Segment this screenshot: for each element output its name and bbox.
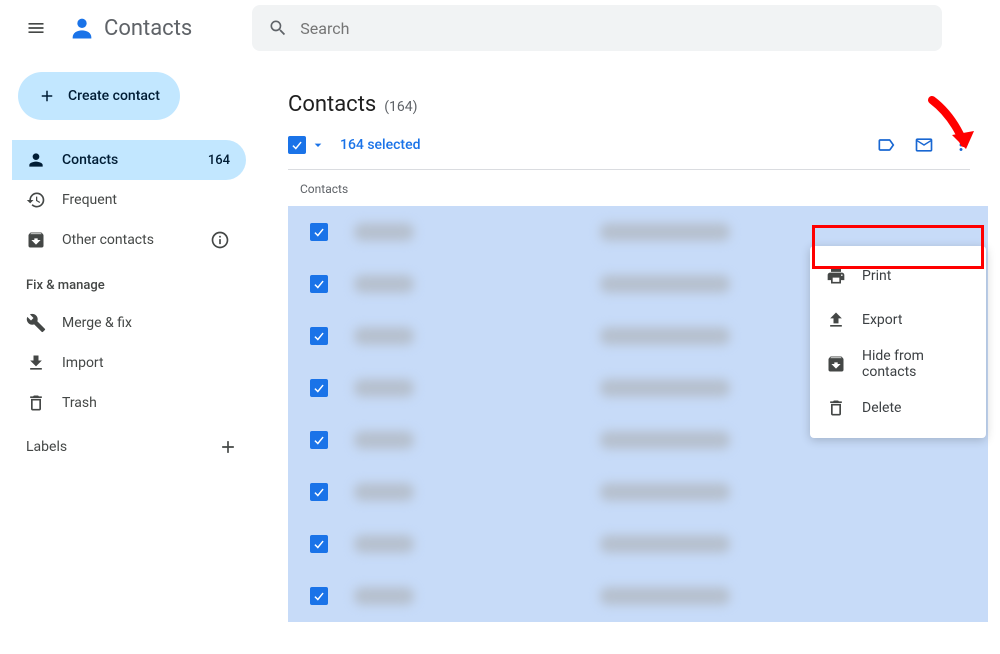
search-icon (268, 18, 288, 38)
create-contact-button[interactable]: Create contact (18, 72, 180, 120)
person-icon (26, 150, 46, 170)
row-checkbox[interactable] (310, 431, 328, 449)
tools-icon (26, 313, 46, 333)
select-all-control[interactable] (288, 136, 326, 154)
checkmark-icon (312, 433, 326, 447)
more-actions-menu: Print Export Hide from contacts Delete (810, 246, 986, 438)
menu-item-label: Print (862, 268, 891, 284)
sidebar-item-label: Frequent (62, 192, 117, 208)
contact-email-blurred (600, 483, 730, 501)
create-contact-label: Create contact (68, 88, 160, 104)
sidebar: Create contact Contacts 164 Frequent Oth… (0, 56, 258, 654)
search-input[interactable] (300, 19, 926, 38)
menu-item-hide[interactable]: Hide from contacts (810, 342, 986, 386)
fix-manage-section-label: Fix & manage (12, 260, 258, 303)
hamburger-menu-button[interactable] (16, 8, 56, 48)
hide-icon (826, 354, 846, 374)
checkmark-icon (312, 225, 326, 239)
sidebar-item-label: Import (62, 355, 104, 371)
contact-name-blurred (354, 535, 414, 553)
contacts-logo-icon (68, 14, 96, 42)
checkmark-icon (312, 485, 326, 499)
contact-email-blurred (600, 535, 730, 553)
menu-item-delete[interactable]: Delete (810, 386, 986, 430)
contact-email-blurred (600, 379, 730, 397)
contact-row[interactable] (288, 466, 988, 518)
plus-icon (38, 87, 56, 105)
contact-email-blurred (600, 275, 730, 293)
row-checkbox[interactable] (310, 483, 328, 501)
row-checkbox[interactable] (310, 327, 328, 345)
menu-item-label: Hide from contacts (862, 348, 970, 380)
search-bar[interactable] (252, 5, 942, 51)
sidebar-item-frequent[interactable]: Frequent (12, 180, 246, 220)
info-icon[interactable] (210, 230, 230, 250)
hamburger-icon (26, 18, 46, 38)
checkmark-icon (312, 277, 326, 291)
app-name: Contacts (104, 16, 192, 41)
checkmark-icon (312, 589, 326, 603)
sidebar-item-contacts[interactable]: Contacts 164 (12, 140, 246, 180)
checkmark-icon (312, 381, 326, 395)
row-checkbox[interactable] (310, 223, 328, 241)
sidebar-item-import[interactable]: Import (12, 343, 246, 383)
page-title: Contacts (164) (288, 92, 1000, 117)
menu-item-label: Export (862, 312, 902, 328)
contact-name-blurred (354, 327, 414, 345)
checkmark-icon (312, 537, 326, 551)
contact-row[interactable] (288, 570, 988, 622)
menu-item-print[interactable]: Print (810, 254, 986, 298)
menu-item-export[interactable]: Export (810, 298, 986, 342)
export-icon (826, 310, 846, 330)
contact-name-blurred (354, 587, 414, 605)
delete-icon (826, 398, 846, 418)
contact-name-blurred (354, 431, 414, 449)
row-checkbox[interactable] (310, 587, 328, 605)
select-all-checkbox[interactable] (288, 136, 306, 154)
selection-count-text: 164 selected (340, 137, 420, 153)
trash-icon (26, 393, 46, 413)
app-logo[interactable]: Contacts (68, 14, 192, 42)
menu-item-label: Delete (862, 400, 901, 416)
sidebar-item-other-contacts[interactable]: Other contacts (12, 220, 246, 260)
row-checkbox[interactable] (310, 379, 328, 397)
sidebar-item-label: Other contacts (62, 232, 154, 248)
dropdown-arrow-icon[interactable] (310, 137, 326, 153)
contact-row[interactable] (288, 518, 988, 570)
contact-email-blurred (600, 327, 730, 345)
contact-email-blurred (600, 587, 730, 605)
app-header: Contacts (0, 0, 1000, 56)
label-icon[interactable] (876, 135, 896, 155)
main-content: Contacts (164) 164 selected Contacts (258, 68, 1000, 654)
history-icon (26, 190, 46, 210)
checkmark-icon (312, 329, 326, 343)
row-checkbox[interactable] (310, 535, 328, 553)
contact-name-blurred (354, 379, 414, 397)
download-icon (26, 353, 46, 373)
contact-name-blurred (354, 223, 414, 241)
row-checkbox[interactable] (310, 275, 328, 293)
selection-toolbar: 164 selected (288, 135, 970, 170)
sidebar-item-label: Merge & fix (62, 315, 132, 331)
labels-label: Labels (26, 439, 67, 455)
sidebar-item-label: Contacts (62, 152, 118, 168)
sidebar-item-merge-fix[interactable]: Merge & fix (12, 303, 246, 343)
more-vert-icon[interactable] (952, 135, 970, 155)
labels-section: Labels (12, 423, 258, 467)
contact-email-blurred (600, 223, 730, 241)
print-icon (826, 266, 846, 286)
column-header: Contacts (288, 170, 1000, 206)
contacts-count: 164 (208, 153, 230, 168)
plus-icon[interactable] (218, 437, 238, 457)
sidebar-item-trash[interactable]: Trash (12, 383, 246, 423)
checkmark-icon (290, 138, 304, 152)
contact-email-blurred (600, 431, 730, 449)
email-icon[interactable] (914, 135, 934, 155)
page-count: (164) (384, 99, 417, 115)
sidebar-item-label: Trash (62, 395, 97, 411)
archive-icon (26, 230, 46, 250)
contact-name-blurred (354, 275, 414, 293)
contact-name-blurred (354, 483, 414, 501)
